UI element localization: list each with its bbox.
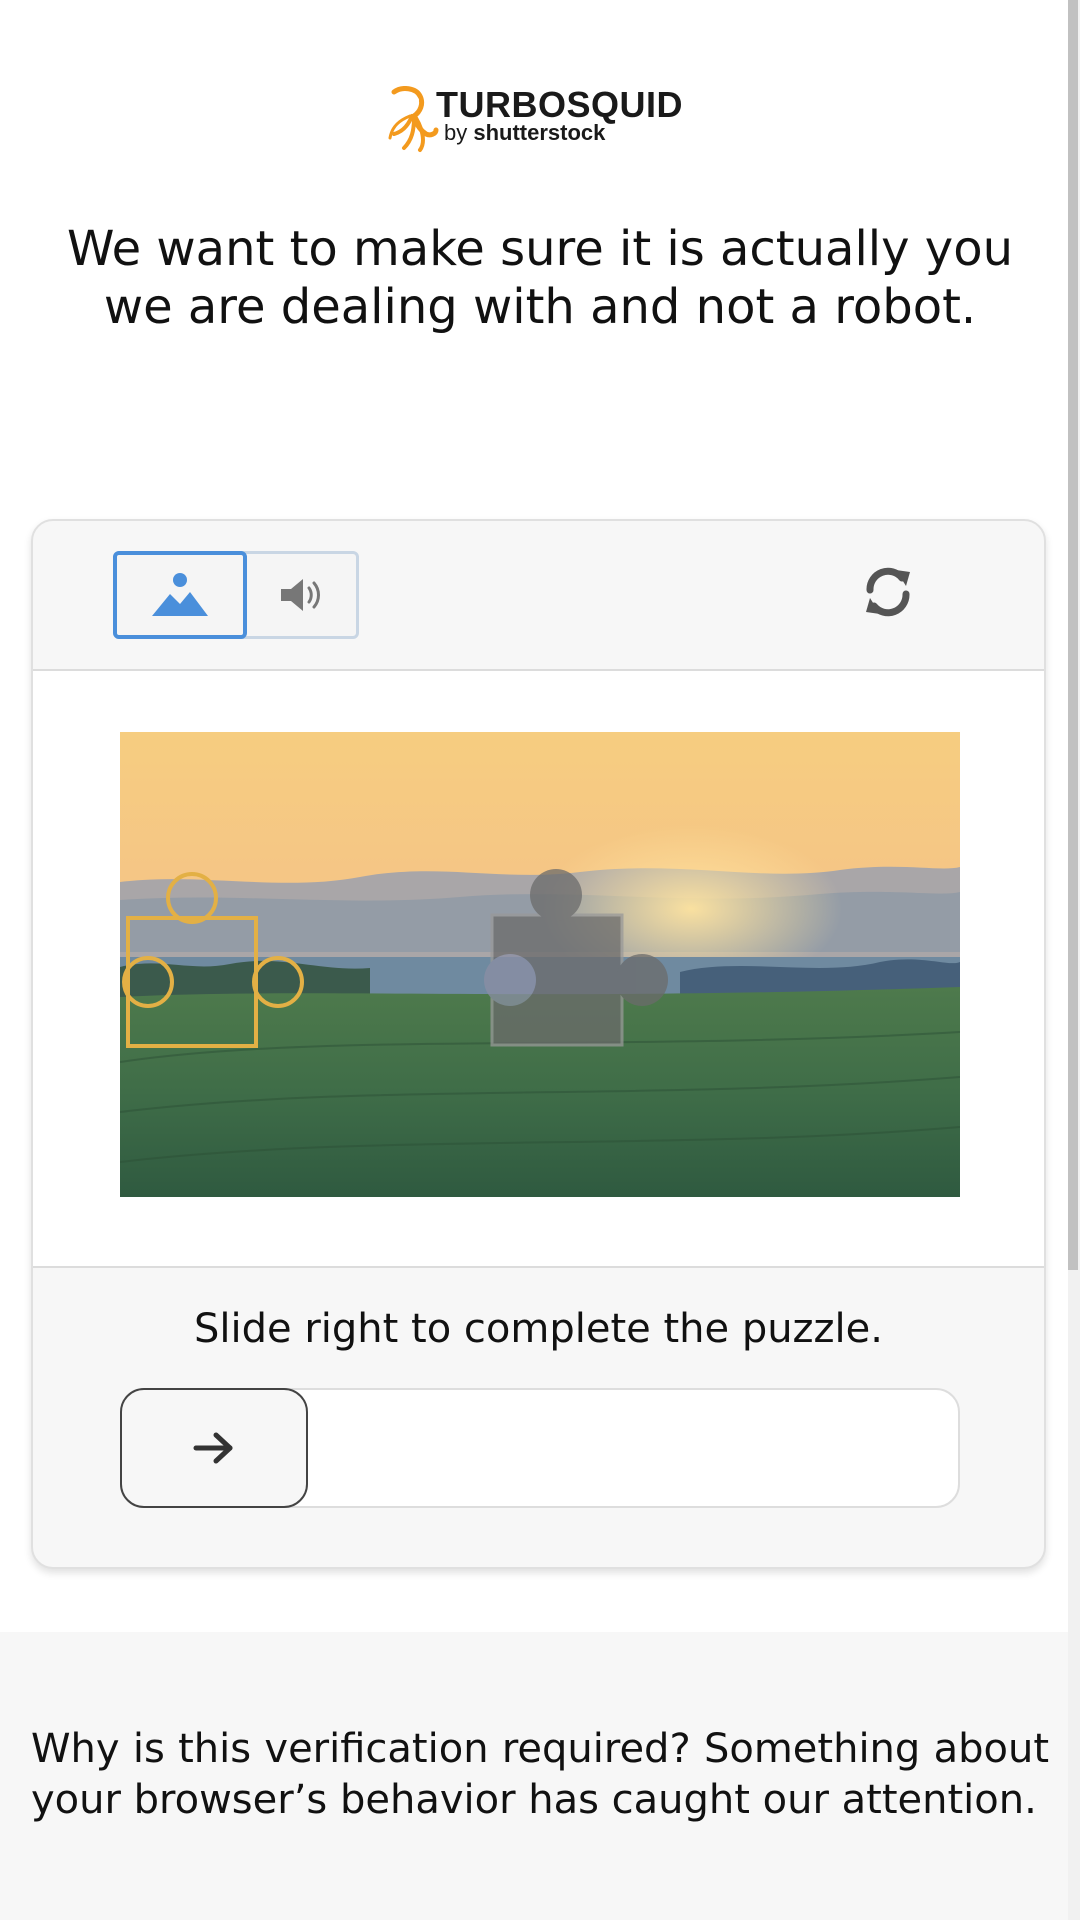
squid-logo-icon xyxy=(388,86,439,152)
image-challenge-button[interactable] xyxy=(113,551,247,639)
captcha-card: Slide right to complete the puzzle. xyxy=(31,519,1046,1569)
puzzle-image xyxy=(120,732,960,1197)
arrow-right-icon xyxy=(193,1432,233,1464)
refresh-icon xyxy=(866,567,910,617)
scrollbar-thumb[interactable] xyxy=(1068,0,1078,1270)
challenge-mode-toggle xyxy=(113,551,359,639)
captcha-footer: Slide right to complete the puzzle. xyxy=(33,1268,1044,1567)
speaker-icon xyxy=(280,579,320,611)
verification-info-text: Why is this verification required? Somet… xyxy=(31,1726,1049,1823)
slider-handle[interactable] xyxy=(120,1388,308,1508)
audio-challenge-button[interactable] xyxy=(247,554,356,636)
verification-info-section: Why is this verification required? Somet… xyxy=(0,1632,1068,1920)
page-headline: We want to make sure it is actually you … xyxy=(66,221,1013,335)
captcha-body xyxy=(33,671,1044,1268)
refresh-challenge-button[interactable] xyxy=(857,561,919,623)
logo-byline: by shutterstock xyxy=(444,120,606,145)
captcha-header xyxy=(33,521,1044,671)
turbosquid-logo: TURBOSQUID by shutterstock xyxy=(386,84,696,154)
image-icon xyxy=(152,573,208,616)
slider-instruction: Slide right to complete the puzzle. xyxy=(194,1306,883,1352)
